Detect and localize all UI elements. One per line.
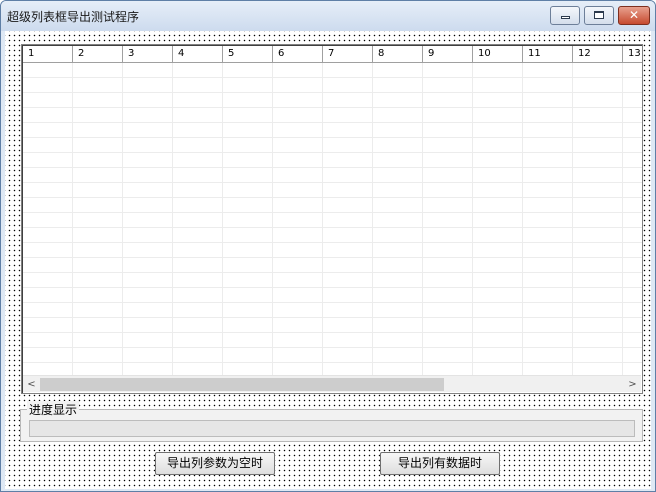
- chevron-left-icon[interactable]: <: [23, 376, 40, 393]
- close-button[interactable]: ✕: [618, 6, 650, 25]
- maximize-button[interactable]: [584, 6, 614, 25]
- column-header[interactable]: 11: [523, 46, 573, 62]
- column-header[interactable]: 8: [373, 46, 423, 62]
- column-header[interactable]: 5: [223, 46, 273, 62]
- column-header[interactable]: 13: [623, 46, 642, 62]
- minimize-button[interactable]: [550, 6, 580, 25]
- column-header[interactable]: 12: [573, 46, 623, 62]
- horizontal-scrollbar[interactable]: < >: [23, 375, 641, 392]
- column-header[interactable]: 7: [323, 46, 373, 62]
- form-client-area: 1 2 3 4 5 6 7 8 9 10 11 12 13 < > 进度显示 导出列参数为空时 导出列有…: [5, 31, 651, 489]
- minimize-icon: [561, 16, 570, 19]
- column-header[interactable]: 4: [173, 46, 223, 62]
- app-window: 超级列表框导出测试程序 ✕ 1 2 3 4 5 6 7 8 9 10 11 12 13 < > 进度显示: [0, 0, 656, 492]
- super-list-box[interactable]: 1 2 3 4 5 6 7 8 9 10 11 12 13 < >: [21, 44, 643, 394]
- export-with-data-button[interactable]: 导出列有数据时: [380, 452, 500, 475]
- column-header[interactable]: 9: [423, 46, 473, 62]
- scrollbar-thumb[interactable]: [40, 378, 444, 391]
- progress-group-label: 进度显示: [27, 401, 80, 418]
- chevron-right-icon[interactable]: >: [624, 376, 641, 393]
- column-header[interactable]: 6: [273, 46, 323, 62]
- progress-group: 进度显示: [20, 401, 643, 442]
- column-header[interactable]: 2: [73, 46, 123, 62]
- column-header[interactable]: 3: [123, 46, 173, 62]
- maximize-icon: [594, 11, 604, 19]
- export-empty-button[interactable]: 导出列参数为空时: [155, 452, 275, 475]
- column-header[interactable]: 10: [473, 46, 523, 62]
- progress-bar: [29, 420, 635, 437]
- list-header: 1 2 3 4 5 6 7 8 9 10 11 12 13: [23, 46, 642, 63]
- close-icon: ✕: [628, 8, 640, 22]
- window-title: 超级列表框导出测试程序: [7, 10, 140, 24]
- list-body[interactable]: [23, 63, 642, 375]
- column-header[interactable]: 1: [23, 46, 73, 62]
- title-bar[interactable]: 超级列表框导出测试程序 ✕: [1, 1, 655, 31]
